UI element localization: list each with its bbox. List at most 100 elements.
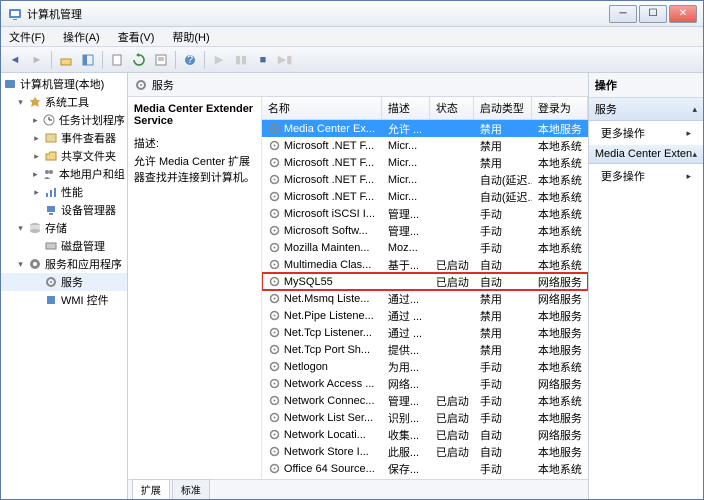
cell-status: 已启动	[430, 444, 474, 460]
tree-services-apps[interactable]: ▾服务和应用程序	[1, 255, 127, 273]
tree-services[interactable]: 服务	[1, 273, 127, 291]
tree-performance[interactable]: ▸性能	[1, 183, 127, 201]
service-row[interactable]: Microsoft iSCSI I...管理...手动本地系统	[262, 205, 588, 222]
service-row[interactable]: Office 64 Source...保存...手动本地系统	[262, 460, 588, 477]
cell-startup: 手动	[474, 410, 532, 426]
service-row[interactable]: Network Store I...此服...已启动自动本地服务	[262, 443, 588, 460]
tree-wmi[interactable]: WMI 控件	[1, 291, 127, 309]
tree-local-users[interactable]: ▸本地用户和组	[1, 165, 127, 183]
tree-storage[interactable]: ▾存储	[1, 219, 127, 237]
stop-service-button[interactable]: ■	[253, 50, 273, 70]
expand-icon[interactable]: ▸	[31, 169, 40, 180]
col-name[interactable]: 名称	[262, 97, 382, 119]
description-pane: Media Center Extender Service 描述: 允许 Med…	[128, 97, 262, 479]
menu-view[interactable]: 查看(V)	[114, 27, 159, 47]
service-row[interactable]: MySQL55已启动自动网络服务	[262, 273, 588, 290]
cell-startup: 手动	[474, 461, 532, 477]
cell-logon: 本地系统	[532, 155, 588, 171]
col-startup[interactable]: 启动类型	[474, 97, 532, 119]
cell-name: Media Center Ex...	[262, 122, 382, 135]
service-row[interactable]: Microsoft .NET F...Micr...禁用本地系统	[262, 154, 588, 171]
service-row[interactable]: Network List Ser...识别...已启动手动本地服务	[262, 409, 588, 426]
cell-desc: Micr...	[382, 191, 430, 203]
minimize-button[interactable]: ─	[609, 5, 637, 23]
service-row[interactable]: Mozilla Mainten...Moz...手动本地系统	[262, 239, 588, 256]
expand-icon[interactable]: ▸	[31, 187, 42, 198]
refresh-button[interactable]	[129, 50, 149, 70]
cell-startup: 禁用	[474, 155, 532, 171]
service-row[interactable]: Microsoft .NET F...Micr...自动(延迟...本地系统	[262, 171, 588, 188]
service-row[interactable]: Microsoft .NET F...Micr...禁用本地系统	[262, 137, 588, 154]
actions-more-link-2[interactable]: 更多操作▸	[589, 164, 703, 188]
maximize-button[interactable]: ☐	[639, 5, 667, 23]
collapse-icon[interactable]: ▾	[15, 97, 26, 108]
forward-button[interactable]: ►	[27, 50, 47, 70]
service-row[interactable]: Microsoft Softw...管理...手动本地系统	[262, 222, 588, 239]
close-button[interactable]: ✕	[669, 5, 697, 23]
service-row[interactable]: Microsoft .NET F...Micr...自动(延迟...本地系统	[262, 188, 588, 205]
service-icon	[268, 224, 281, 237]
tree-system-tools[interactable]: ▾系统工具	[1, 93, 127, 111]
service-icon	[268, 173, 281, 186]
actions-more-link[interactable]: 更多操作▸	[589, 121, 703, 145]
tree-disk-management[interactable]: 磁盘管理	[1, 237, 127, 255]
actions-pane: 操作 服务▴ 更多操作▸ Media Center Extender S...▴…	[589, 73, 703, 499]
pause-service-button[interactable]: ▮▮	[231, 50, 251, 70]
svg-text:?: ?	[187, 54, 193, 66]
properties-button[interactable]	[151, 50, 171, 70]
center-title: 服务	[152, 77, 174, 93]
cell-startup: 禁用	[474, 342, 532, 358]
service-icon	[268, 258, 281, 271]
tree-event-viewer[interactable]: ▸事件查看器	[1, 129, 127, 147]
service-row[interactable]: Net.Tcp Port Sh...提供...禁用本地服务	[262, 341, 588, 358]
menu-file[interactable]: 文件(F)	[5, 27, 49, 47]
tab-standard[interactable]: 标准	[172, 479, 210, 499]
chevron-up-icon: ▴	[692, 149, 697, 160]
service-row[interactable]: Net.Msmq Liste...通过...禁用网络服务	[262, 290, 588, 307]
cell-startup: 手动	[474, 393, 532, 409]
service-row[interactable]: Netlogon为用...手动本地系统	[262, 358, 588, 375]
tab-extended[interactable]: 扩展	[132, 479, 170, 499]
chevron-right-icon: ▸	[686, 128, 691, 139]
service-row[interactable]: Network Connec...管理...已启动手动本地系统	[262, 392, 588, 409]
col-description[interactable]: 描述	[382, 97, 430, 119]
service-row[interactable]: Network Access ...网络...手动网络服务	[262, 375, 588, 392]
tree-task-scheduler[interactable]: ▸任务计划程序	[1, 111, 127, 129]
cell-name: Microsoft .NET F...	[262, 139, 382, 152]
expand-icon[interactable]: ▸	[31, 115, 40, 126]
cell-status: 已启动	[430, 274, 474, 290]
menu-help[interactable]: 帮助(H)	[168, 27, 213, 47]
collapse-icon[interactable]: ▾	[15, 223, 26, 234]
col-logon[interactable]: 登录为	[532, 97, 588, 119]
tree-shared-folders[interactable]: ▸共享文件夹	[1, 147, 127, 165]
cell-startup: 手动	[474, 376, 532, 392]
col-status[interactable]: 状态	[430, 97, 474, 119]
description-label: 描述:	[134, 135, 255, 151]
start-service-button[interactable]: ▶	[209, 50, 229, 70]
service-row[interactable]: Net.Pipe Listene...通过 ...禁用本地服务	[262, 307, 588, 324]
center-pane: 服务 Media Center Extender Service 描述: 允许 …	[128, 73, 589, 499]
up-button[interactable]	[56, 50, 76, 70]
collapse-icon[interactable]: ▾	[15, 259, 26, 270]
actions-services-section[interactable]: 服务▴	[589, 98, 703, 121]
description-text: 允许 Media Center 扩展器查找并连接到计算机。	[134, 153, 255, 185]
service-row[interactable]: Net.Tcp Listener...通过 ...禁用本地服务	[262, 324, 588, 341]
export-button[interactable]	[107, 50, 127, 70]
actions-selected-section[interactable]: Media Center Extender S...▴	[589, 145, 703, 164]
restart-service-button[interactable]: ▶▮	[275, 50, 295, 70]
cell-startup: 手动	[474, 206, 532, 222]
show-hide-button[interactable]	[78, 50, 98, 70]
back-button[interactable]: ◄	[5, 50, 25, 70]
cell-name: Microsoft .NET F...	[262, 173, 382, 186]
tree-device-manager[interactable]: 设备管理器	[1, 201, 127, 219]
tree-root[interactable]: 计算机管理(本地)	[1, 75, 127, 93]
title-bar: 计算机管理 ─ ☐ ✕	[1, 1, 703, 27]
expand-icon[interactable]: ▸	[31, 151, 42, 162]
expand-icon[interactable]: ▸	[31, 133, 42, 144]
service-row[interactable]: Network Locati...收集...已启动自动网络服务	[262, 426, 588, 443]
menu-action[interactable]: 操作(A)	[59, 27, 104, 47]
help-button[interactable]: ?	[180, 50, 200, 70]
service-row[interactable]: Media Center Ex...允许 ...禁用本地服务	[262, 120, 588, 137]
services-rows[interactable]: Media Center Ex...允许 ...禁用本地服务Microsoft …	[262, 120, 588, 479]
service-row[interactable]: Multimedia Clas...基于...已启动自动本地系统	[262, 256, 588, 273]
